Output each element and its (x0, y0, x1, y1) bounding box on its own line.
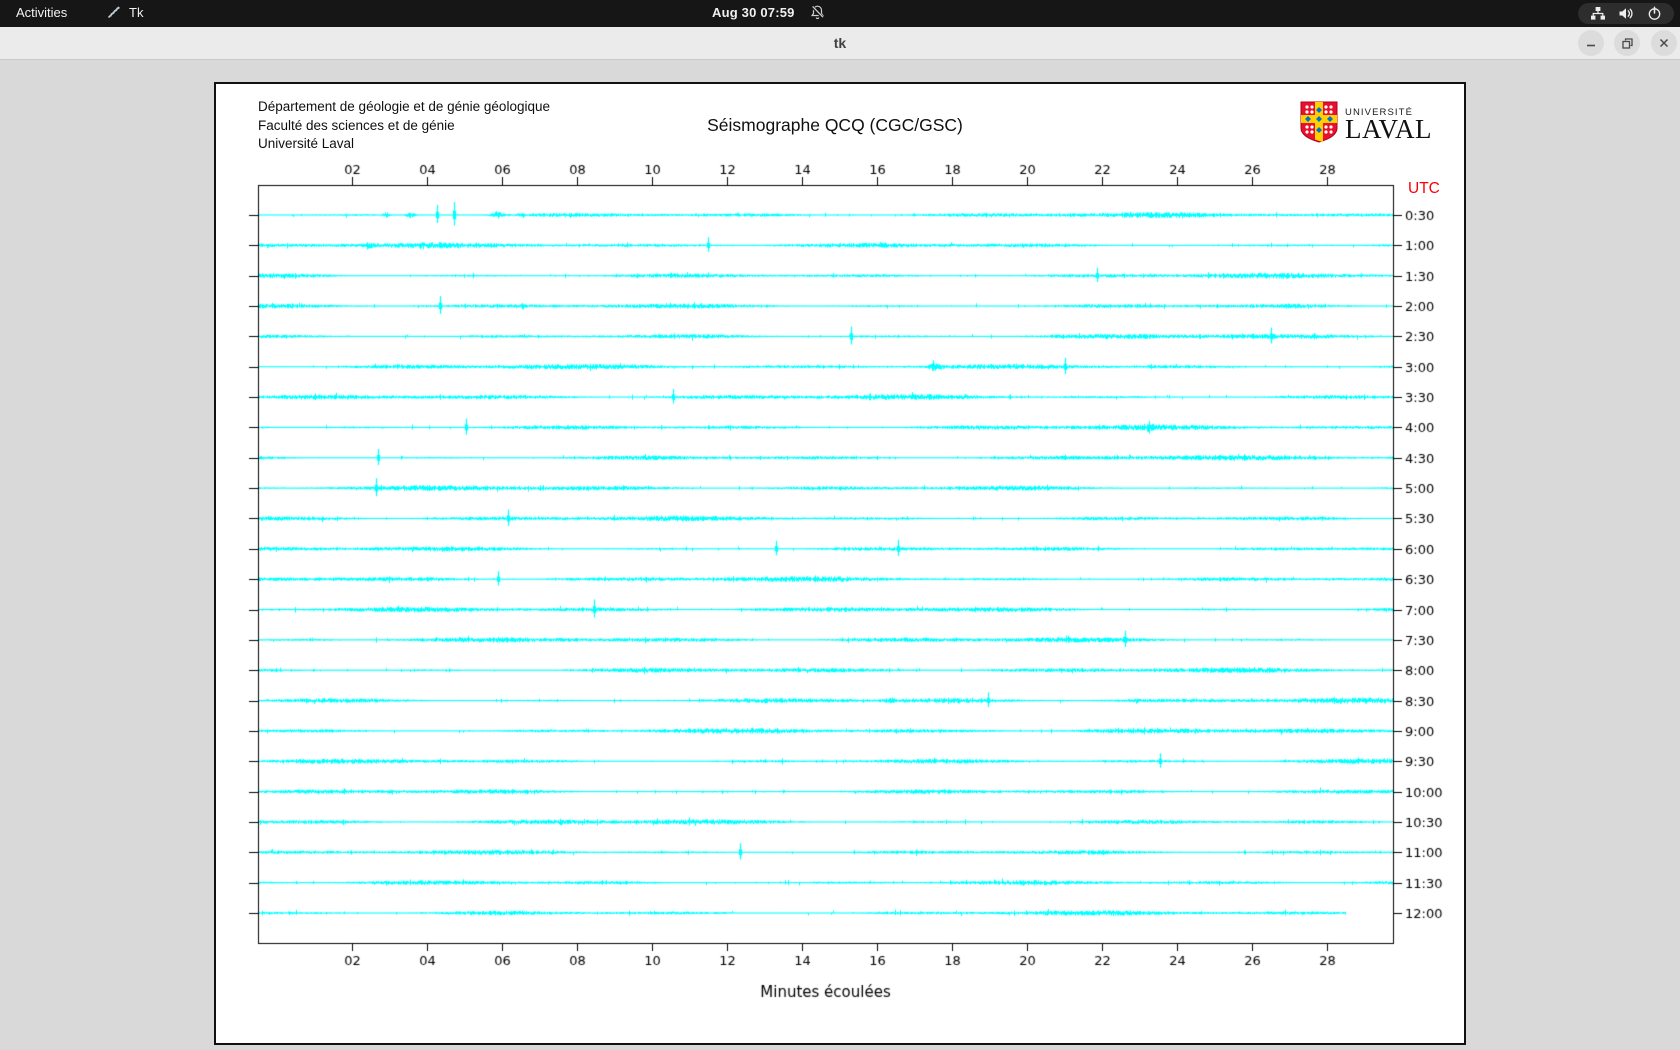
minimize-button[interactable] (1578, 30, 1604, 56)
laval-shield-icon (1300, 101, 1338, 143)
notifications-off-icon (810, 5, 824, 20)
seismograph-plot (216, 84, 1464, 1043)
gnome-top-bar: Activities Tk Aug 30 07:59 (0, 0, 1680, 27)
minimize-icon (1587, 44, 1595, 47)
utc-axis-label: UTC (1408, 180, 1440, 197)
close-button[interactable] (1651, 30, 1677, 56)
maximize-button[interactable] (1614, 30, 1640, 56)
clock-area[interactable]: Aug 30 07:59 (712, 4, 826, 21)
activities-button[interactable]: Activities (16, 5, 67, 20)
window-title: tk (833, 35, 847, 51)
window-title-bar[interactable]: tk (0, 27, 1680, 60)
system-status-area[interactable] (1578, 3, 1674, 24)
power-icon (1648, 6, 1661, 20)
institution-line1: Département de géologie et de génie géol… (258, 99, 550, 114)
laval-logo-text: UNIVERSITÉ LAVAL (1345, 101, 1433, 144)
network-icon (1591, 7, 1605, 20)
clock-label: Aug 30 07:59 (712, 5, 795, 20)
volume-icon (1619, 8, 1633, 19)
app-menu[interactable]: Tk (106, 4, 143, 20)
tk-feather-icon (107, 6, 120, 19)
app-menu-label: Tk (129, 4, 144, 20)
chart-title: Séismographe QCQ (CGC/GSC) (707, 115, 963, 135)
logo-laval-label: LAVAL (1345, 114, 1433, 144)
maximize-icon (1621, 37, 1633, 49)
seismograph-window-content: Département de géologie et de génie géol… (214, 82, 1466, 1045)
close-icon (1659, 38, 1669, 48)
universite-laval-logo: UNIVERSITÉ LAVAL (1300, 101, 1432, 143)
institution-line3: Université Laval (258, 136, 355, 151)
